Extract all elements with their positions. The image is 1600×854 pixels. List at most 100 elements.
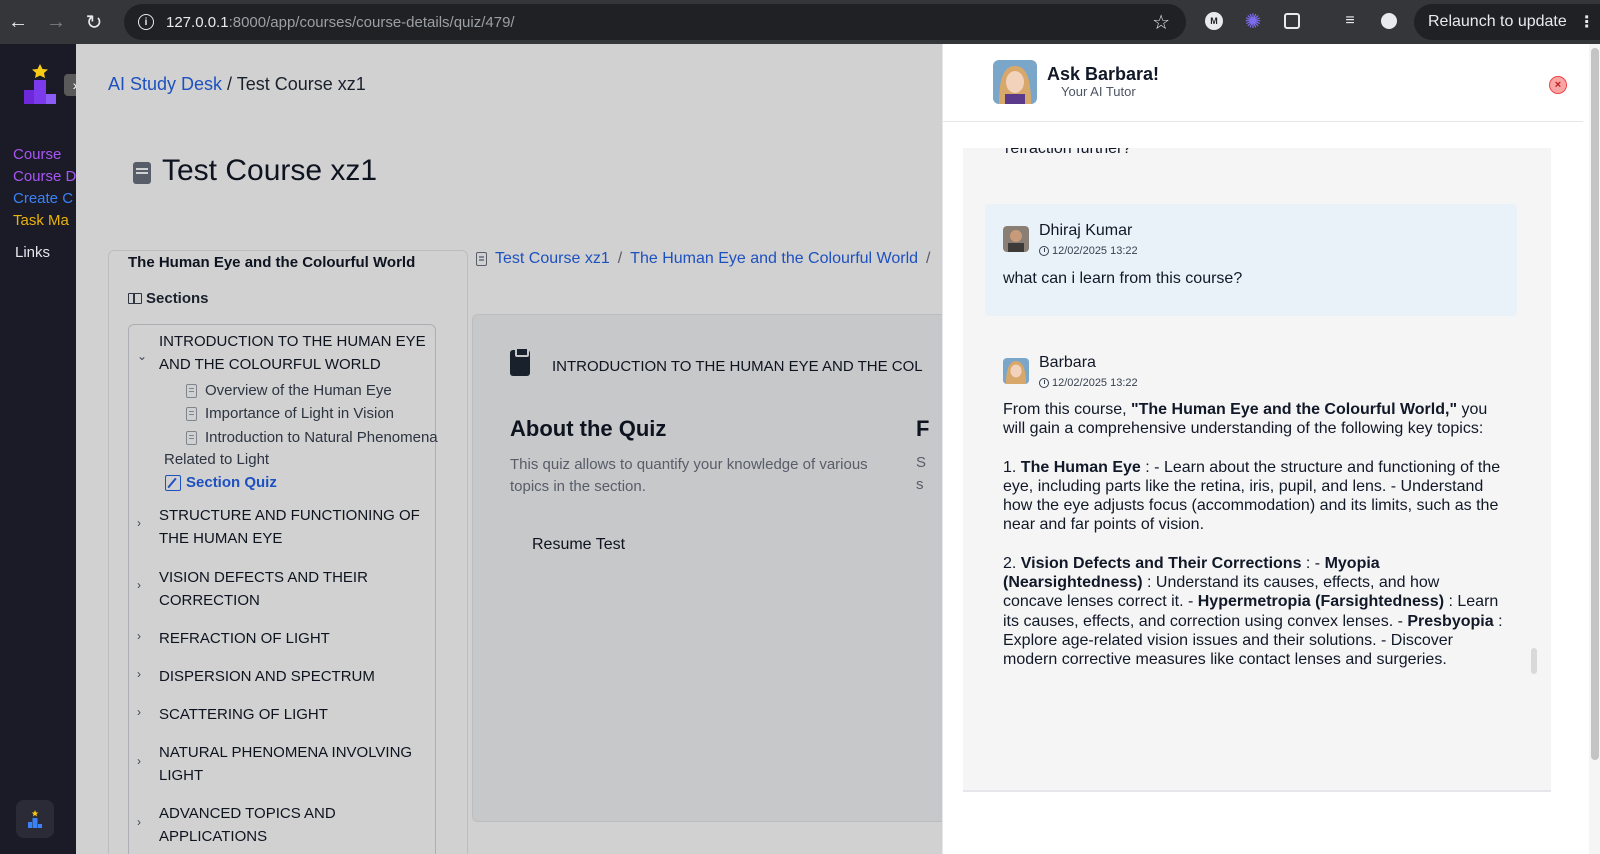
reply-paragraph-intro: From this course, "The Human Eye and the… <box>1003 400 1503 439</box>
document-icon <box>186 430 197 445</box>
chevron-right-icon[interactable]: › <box>137 754 141 768</box>
document-icon <box>186 383 197 398</box>
reply-text: From this course, <box>1003 401 1132 418</box>
section-item-natural-phenomena[interactable]: NATURAL PHENOMENA INVOLVING LIGHT <box>159 741 439 787</box>
breadcrumb: AI Study Desk / Test Course xz1 <box>108 74 366 95</box>
document-icon <box>476 252 487 266</box>
info-icon[interactable]: i <box>138 14 154 30</box>
topic-item-natural-phenomena[interactable]: Introduction to Natural Phenomena <box>186 429 438 446</box>
sidebar-item-create-course[interactable]: Create C <box>13 190 73 207</box>
about-quiz-text: This quiz allows to quantify your knowle… <box>510 456 868 495</box>
book-icon <box>128 293 142 304</box>
app-logo <box>24 64 56 104</box>
chat-title: Ask Barbara! <box>1047 64 1160 84</box>
forward-icon[interactable]: → <box>38 4 74 40</box>
chevron-right-icon[interactable]: › <box>137 705 141 719</box>
quiz-right-text-fragment-2: s <box>916 476 924 493</box>
section-quiz-link[interactable]: Section Quiz <box>165 474 277 491</box>
section-item-vision-defects[interactable]: VISION DEFECTS AND THEIR CORRECTION <box>159 566 439 612</box>
breadcrumb-current: Test Course xz1 <box>236 74 366 94</box>
section-item-structure[interactable]: STRUCTURE AND FUNCTIONING OF THE HUMAN E… <box>159 504 439 550</box>
reply-text: 2. <box>1003 554 1021 572</box>
media-icon[interactable]: ≡ <box>1338 9 1362 33</box>
breadcrumb-root-link[interactable]: AI Study Desk <box>108 74 222 94</box>
menu-dots-icon[interactable]: ⋮ <box>1579 12 1595 32</box>
message-text: what can i learn from this course? <box>1003 270 1243 287</box>
sidebar-item-course-details[interactable]: Course D <box>13 168 76 185</box>
topic-item-natural-phenomena-continued[interactable]: Related to Light <box>164 451 269 468</box>
breadcrumb-separator: / <box>222 74 237 94</box>
app-sidebar: › Course Course D Create C Task Ma Links <box>0 44 76 854</box>
page-title: Test Course xz1 <box>162 154 378 187</box>
reply-text: : - <box>1301 554 1325 572</box>
section-item-advanced-topics[interactable]: ADVANCED TOPICS AND APPLICATIONS <box>159 802 439 848</box>
reply-bold: The Human Eye <box>1020 458 1141 476</box>
sidebar-item-links[interactable]: Links <box>15 244 50 261</box>
section-item-dispersion[interactable]: DISPERSION AND SPECTRUM <box>159 665 439 688</box>
close-icon[interactable]: × <box>1549 76 1567 94</box>
extension-icon[interactable] <box>1280 9 1304 33</box>
sidebar-item-task-manager[interactable]: Task Ma <box>13 212 69 229</box>
bot-avatar <box>1003 358 1029 384</box>
topic-item-overview[interactable]: Overview of the Human Eye <box>186 382 392 399</box>
resume-test-button[interactable]: Resume Test <box>518 528 639 562</box>
profile-icon[interactable] <box>1377 9 1401 33</box>
user-avatar <box>1003 226 1029 252</box>
clipboard-icon <box>510 347 530 376</box>
relaunch-button[interactable]: Relaunch to update ⋮ <box>1414 4 1600 40</box>
section-item-scattering[interactable]: SCATTERING OF LIGHT <box>159 703 439 726</box>
reply-bold: Vision Defects and Their Corrections <box>1020 554 1302 572</box>
chevron-right-icon[interactable]: › <box>137 815 141 829</box>
reply-text: 1. <box>1003 458 1021 476</box>
reply-bold: Hypermetropia (Farsightedness) <box>1197 593 1445 611</box>
reply-paragraph-vision-defects: 2. Vision Defects and Their Corrections … <box>1003 554 1503 670</box>
ai-tutor-chat-panel: Ask Barbara! Your AI Tutor × refraction … <box>942 44 1600 854</box>
about-quiz-title: About the Quiz <box>510 416 667 441</box>
back-icon[interactable]: ← <box>0 4 36 40</box>
quiz-panel <box>472 314 942 822</box>
course-breadcrumb-chapter-link[interactable]: The Human Eye and the Colourful World <box>630 250 918 268</box>
section-item-refraction[interactable]: REFRACTION OF LIGHT <box>159 627 439 650</box>
main-content: AI Study Desk / Test Course xz1 Test Cou… <box>76 44 942 854</box>
sidebar-toggle-button[interactable]: › <box>64 74 76 96</box>
sections-label: Sections <box>146 290 209 307</box>
message-timestamp: 12/02/2025 13:22 <box>1039 245 1138 257</box>
topic-item-importance[interactable]: Importance of Light in Vision <box>186 405 394 422</box>
quiz-right-text-fragment-1: S <box>916 454 927 471</box>
url-host: 127.0.0.1 <box>166 13 229 31</box>
chevron-down-icon[interactable]: ⌄ <box>137 349 147 363</box>
course-breadcrumb-separator: / <box>926 250 931 267</box>
reload-icon[interactable]: ↻ <box>76 4 112 40</box>
sections-heading: Sections <box>128 290 209 307</box>
quiz-section-heading: INTRODUCTION TO THE HUMAN EYE AND THE CO… <box>552 358 923 375</box>
topic-label: Overview of the Human Eye <box>205 382 392 399</box>
chevron-right-icon[interactable]: › <box>137 629 141 643</box>
chat-scrollbar-thumb[interactable] <box>1591 48 1599 760</box>
chevron-right-icon[interactable]: › <box>137 516 141 530</box>
sidebar-item-course[interactable]: Course <box>13 146 61 163</box>
chat-messages[interactable]: refraction further? Dhiraj Kumar 12/02/2… <box>963 148 1551 792</box>
message-author: Barbara <box>1039 354 1096 371</box>
sidebar-bottom-app-icon[interactable] <box>16 800 54 838</box>
star-icon[interactable]: ☆ <box>1152 10 1170 35</box>
chevron-right-icon[interactable]: › <box>137 667 141 681</box>
url-path: :8000/app/courses/course-details/quiz/47… <box>228 13 515 31</box>
previous-message-fragment: refraction further? <box>1005 148 1132 157</box>
messages-scrollbar-thumb[interactable] <box>1531 648 1537 674</box>
chat-message-user: Dhiraj Kumar 12/02/2025 13:22 what can i… <box>985 204 1517 316</box>
extension-m-icon[interactable]: M <box>1202 9 1226 33</box>
chat-header: Ask Barbara! Your AI Tutor × <box>943 44 1583 122</box>
extension-flower-icon[interactable]: ✺ <box>1241 9 1265 33</box>
topic-label: Introduction to Natural Phenomena <box>205 429 438 446</box>
message-time-label: 12/02/2025 13:22 <box>1052 245 1138 257</box>
course-breadcrumb: Test Course xz1 / The Human Eye and the … <box>476 250 930 268</box>
message-author: Dhiraj Kumar <box>1039 222 1133 239</box>
reply-paragraph-human-eye: 1. The Human Eye : - Learn about the str… <box>1003 458 1503 535</box>
course-breadcrumb-course-link[interactable]: Test Course xz1 <box>495 250 610 268</box>
chevron-right-icon[interactable]: › <box>137 578 141 592</box>
chat-subtitle: Your AI Tutor <box>1061 84 1136 99</box>
address-bar[interactable]: i 127.0.0.1:8000/app/courses/course-deta… <box>124 4 1186 40</box>
clock-icon <box>1039 378 1049 388</box>
reply-bold: "The Human Eye and the Colourful World," <box>1131 401 1458 418</box>
section-item-introduction[interactable]: INTRODUCTION TO THE HUMAN EYE AND THE CO… <box>159 330 439 376</box>
